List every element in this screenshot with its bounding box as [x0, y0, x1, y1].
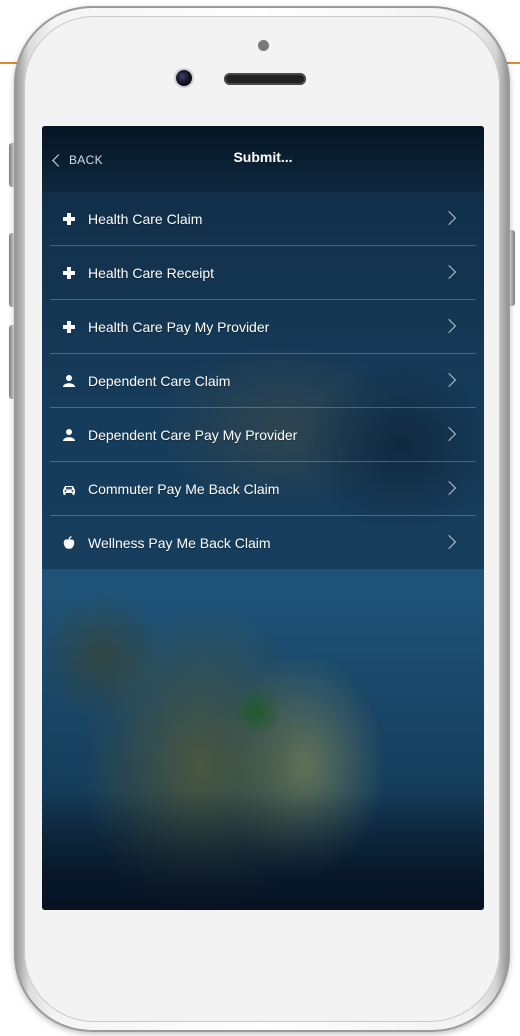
chevron-right-icon — [441, 210, 457, 226]
volume-up-button — [9, 233, 14, 307]
proximity-sensor — [258, 40, 269, 51]
menu-item-dependent-care-claim[interactable]: Dependent Care Claim — [50, 354, 476, 408]
menu-item-dependent-care-pay-my-provider[interactable]: Dependent Care Pay My Provider — [50, 408, 476, 462]
chevron-right-icon — [441, 426, 457, 442]
page: BACK Submit... Health Care Claim Health … — [0, 0, 520, 1036]
page-title: Submit... — [233, 149, 293, 165]
menu-item-label: Dependent Care Pay My Provider — [88, 426, 298, 443]
menu-item-wellness-pay-me-back-claim[interactable]: Wellness Pay Me Back Claim — [50, 516, 476, 569]
volume-down-button — [9, 325, 14, 399]
background-photo-shade — [42, 790, 484, 910]
chevron-right-icon — [441, 480, 457, 496]
background-photo-detail — [232, 686, 282, 736]
menu-item-label: Health Care Receipt — [88, 264, 215, 281]
submit-menu: Health Care Claim Health Care Receipt He… — [42, 192, 484, 569]
plus-icon — [62, 320, 76, 334]
menu-item-health-care-claim[interactable]: Health Care Claim — [50, 192, 476, 246]
menu-item-commuter-pay-me-back-claim[interactable]: Commuter Pay Me Back Claim — [50, 462, 476, 516]
menu-item-label: Dependent Care Claim — [88, 372, 231, 389]
car-icon — [62, 482, 76, 496]
power-button — [510, 230, 515, 306]
chevron-right-icon — [441, 372, 457, 388]
earpiece-speaker — [224, 73, 306, 85]
front-camera — [176, 70, 192, 86]
person-icon — [62, 374, 76, 388]
menu-item-label: Health Care Claim — [88, 210, 203, 227]
menu-item-label: Health Care Pay My Provider — [88, 318, 270, 335]
menu-item-label: Wellness Pay Me Back Claim — [88, 534, 271, 551]
chevron-right-icon — [441, 318, 457, 334]
plus-icon — [62, 212, 76, 226]
menu-item-label: Commuter Pay Me Back Claim — [88, 480, 280, 497]
person-icon — [62, 428, 76, 442]
navigation-bar: BACK Submit... — [42, 126, 484, 192]
phone-screen: BACK Submit... Health Care Claim Health … — [42, 126, 484, 910]
menu-item-health-care-receipt[interactable]: Health Care Receipt — [50, 246, 476, 300]
apple-icon — [62, 535, 76, 550]
chevron-right-icon — [441, 534, 457, 550]
menu-item-health-care-pay-my-provider[interactable]: Health Care Pay My Provider — [50, 300, 476, 354]
mute-switch — [9, 143, 14, 187]
plus-icon — [62, 266, 76, 280]
chevron-right-icon — [441, 264, 457, 280]
